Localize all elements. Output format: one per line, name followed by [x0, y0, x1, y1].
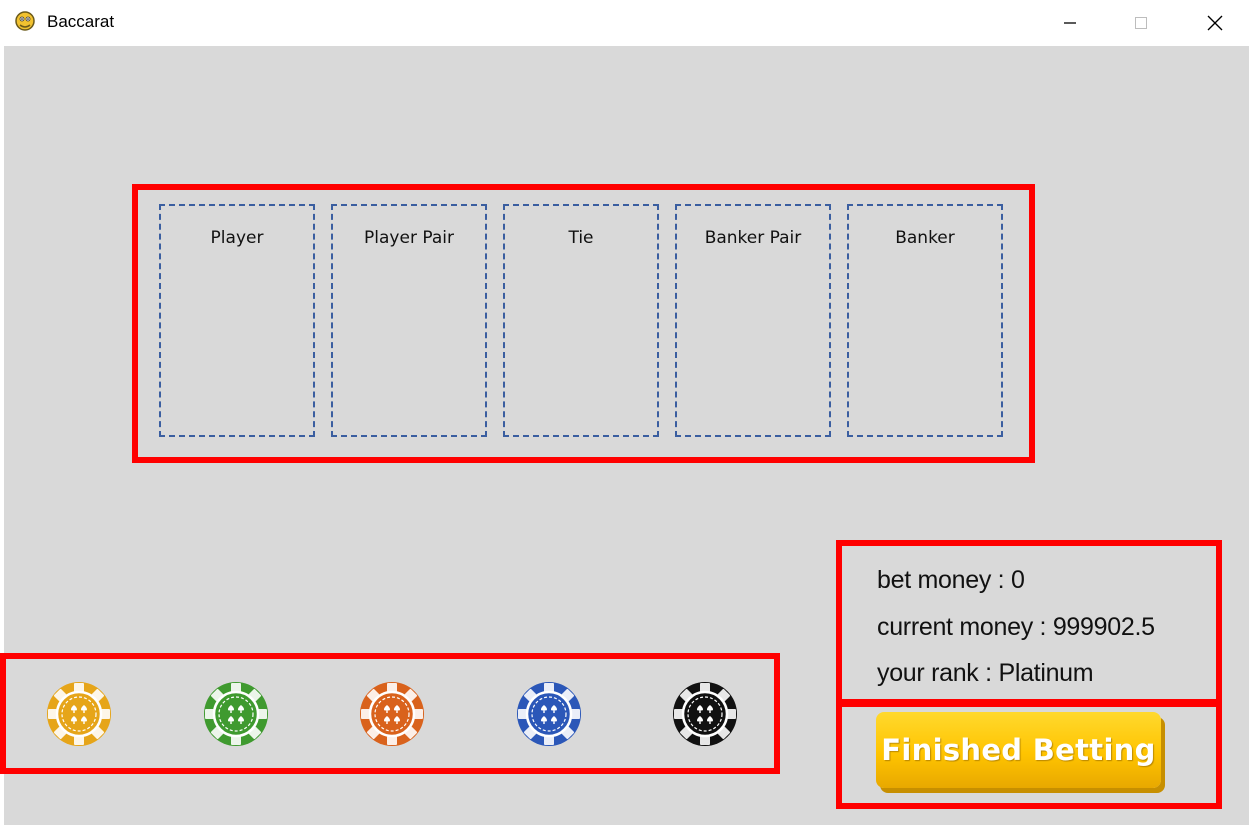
chip-icon-orange-gold: [47, 682, 111, 746]
bet-slot-banker[interactable]: Banker: [847, 204, 1003, 437]
finished-betting-button[interactable]: Finished Betting: [876, 712, 1161, 788]
chip-icon-orange: [360, 682, 424, 746]
bet-slot-player[interactable]: Player: [159, 204, 315, 437]
bet-money-text: bet money : 0: [877, 566, 1025, 594]
bet-slot-player-pair[interactable]: Player Pair: [331, 204, 487, 437]
bet-slot-label: Player: [210, 228, 264, 248]
bet-slot-tie[interactable]: Tie: [503, 204, 659, 437]
bet-slot-banker-pair[interactable]: Banker Pair: [675, 204, 831, 437]
bet-slot-label: Tie: [568, 228, 594, 248]
chip-green[interactable]: [202, 680, 270, 748]
bet-slot-label: Banker Pair: [704, 228, 802, 248]
chip-icon-green: [204, 682, 268, 746]
chip-icon-blue: [517, 682, 581, 746]
close-icon: [1207, 15, 1223, 31]
maximize-button[interactable]: [1118, 0, 1164, 46]
minimize-button[interactable]: [1047, 0, 1093, 46]
chip-black[interactable]: [671, 680, 739, 748]
chip-blue[interactable]: [515, 680, 583, 748]
title-bar: Baccarat: [0, 0, 1254, 46]
pygame-snake-icon: [15, 11, 35, 31]
maximize-icon: [1135, 17, 1147, 29]
chip-orange[interactable]: [358, 680, 426, 748]
current-money-text: current money : 999902.5: [877, 613, 1155, 641]
window-title: Baccarat: [47, 12, 115, 31]
rank-text: your rank : Platinum: [877, 659, 1094, 687]
minimize-icon: [1064, 22, 1076, 24]
bet-slot-label: Player Pair: [364, 228, 454, 248]
chip-gold[interactable]: [45, 680, 113, 748]
chip-icon-black: [673, 682, 737, 746]
bet-slot-label: Banker: [895, 228, 955, 248]
close-button[interactable]: [1192, 0, 1238, 46]
